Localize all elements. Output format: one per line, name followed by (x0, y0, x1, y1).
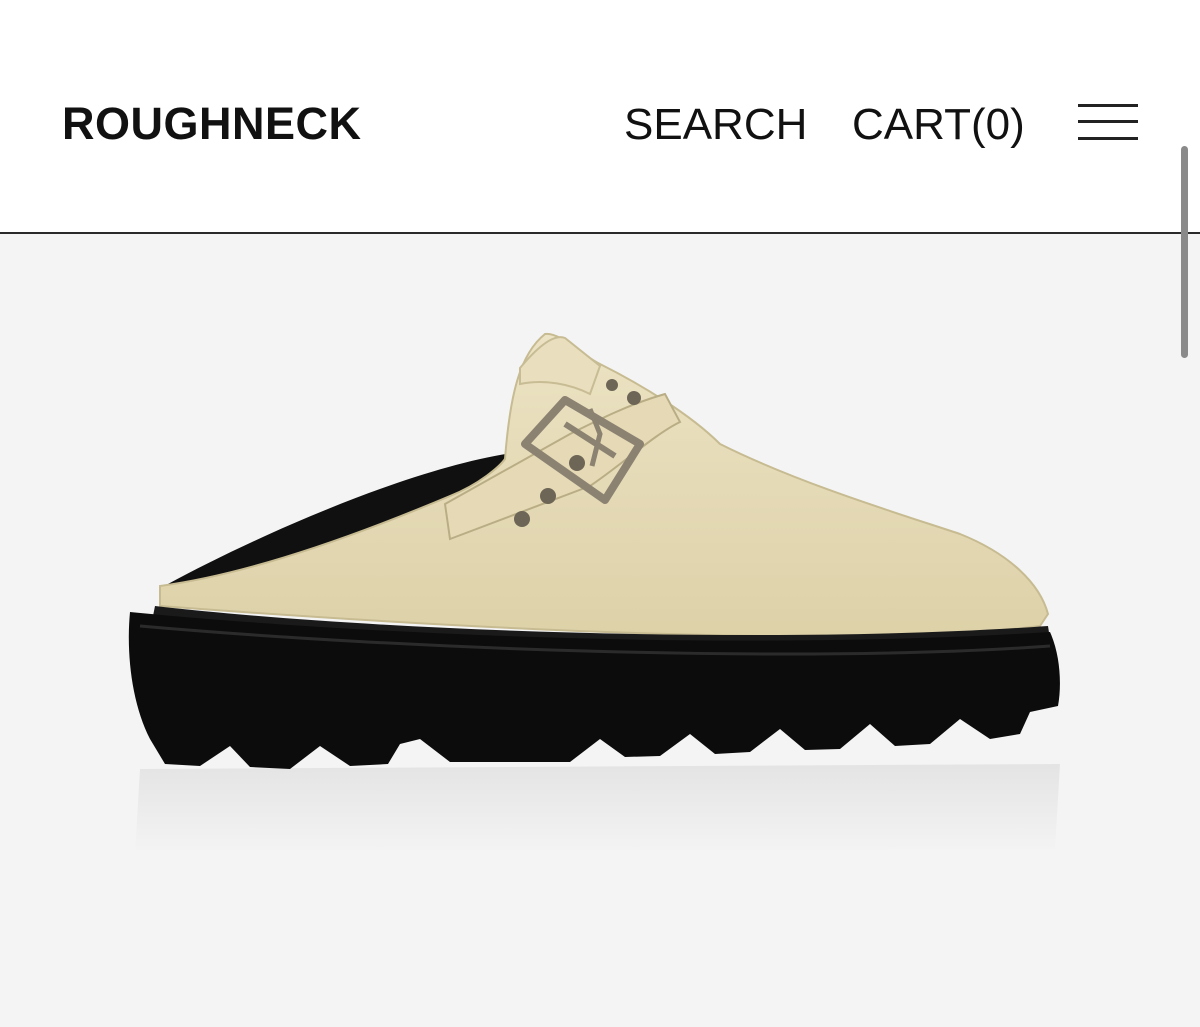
hamburger-menu-icon[interactable] (1076, 100, 1140, 146)
site-header: ROUGHNECK SEARCH CART(0) (0, 0, 1200, 233)
brand-logo[interactable]: ROUGHNECK (62, 94, 362, 154)
floor-reflection (135, 764, 1060, 854)
strap-eyelet (540, 488, 556, 504)
product-photo[interactable] (0, 234, 1200, 1027)
menu-line (1078, 120, 1138, 123)
cart-link[interactable]: CART(0) (852, 95, 1025, 155)
page-scrollbar[interactable] (1181, 146, 1188, 358)
shoe-upper (159, 332, 1050, 638)
product-hero (0, 234, 1200, 1027)
search-link[interactable]: SEARCH (624, 95, 807, 155)
page: ROUGHNECK SEARCH CART(0) (0, 0, 1200, 1027)
strap-eyelet (514, 511, 530, 527)
menu-line (1078, 104, 1138, 107)
strap-eyelet (569, 455, 585, 471)
menu-line (1078, 137, 1138, 140)
strap-eyelet (627, 391, 641, 405)
strap-eyelet (606, 379, 618, 391)
